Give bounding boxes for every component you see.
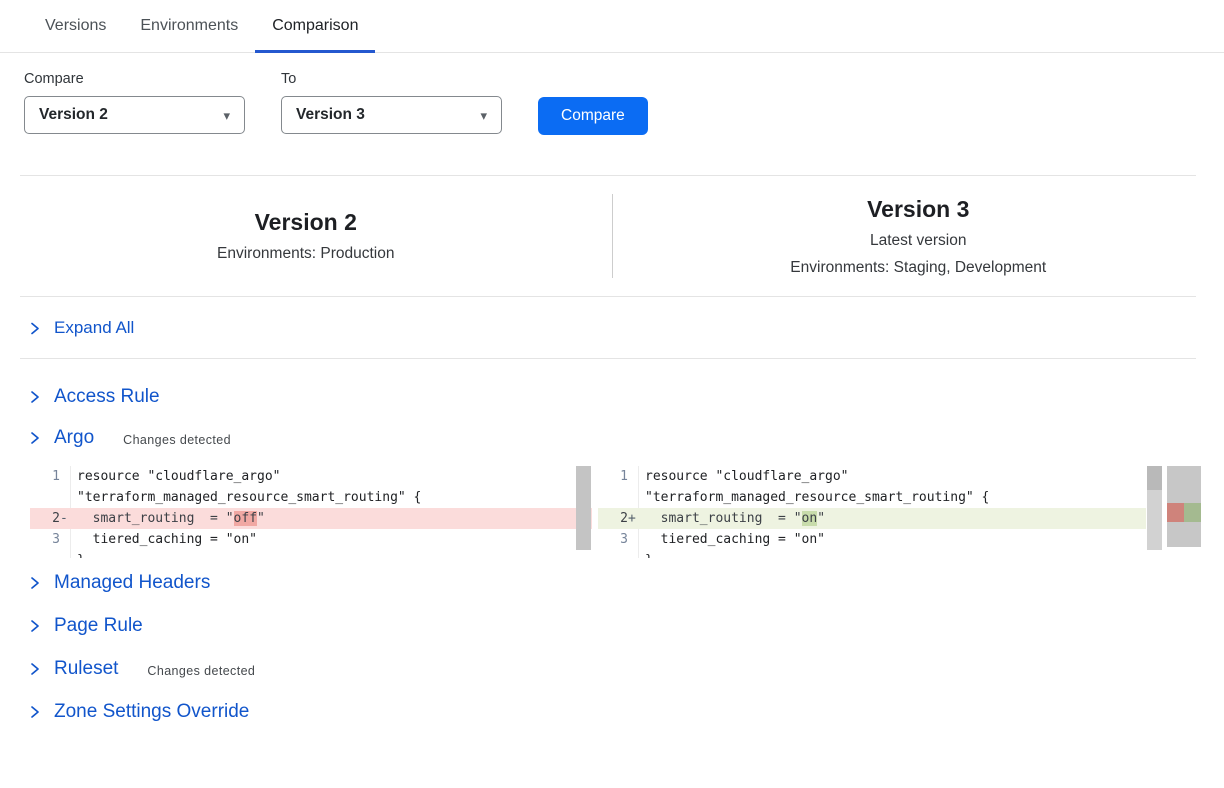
version-right-header: Version 3 Latest version Environments: S… <box>613 178 1224 294</box>
changes-detected-badge: Changes detected <box>123 430 231 447</box>
section-argo[interactable]: Argo Changes detected <box>0 427 1224 449</box>
chevron-right-icon <box>28 321 41 336</box>
version-left-environments: Environments: Production <box>217 245 394 263</box>
argo-diff: 1 resource "cloudflare_argo" "terraform_… <box>30 466 1224 558</box>
version-left-header: Version 2 Environments: Production <box>0 178 612 294</box>
compare-from-select[interactable]: Version 2 ▾ <box>24 96 245 134</box>
section-ruleset[interactable]: Ruleset Changes detected <box>0 658 1224 680</box>
tab-environments[interactable]: Environments <box>123 3 255 53</box>
version-headers: Version 2 Environments: Production Versi… <box>0 176 1224 296</box>
version-right-tagline: Latest version <box>870 232 967 250</box>
scrollbar-thumb[interactable] <box>576 466 591 550</box>
caret-down-icon: ▾ <box>480 109 487 122</box>
section-managed-headers[interactable]: Managed Headers <box>0 572 1224 594</box>
compare-form: Compare Version 2 ▾ To Version 3 ▾ Compa… <box>0 53 1224 135</box>
compare-from-label: Compare <box>24 71 245 87</box>
changes-detected-badge: Changes detected <box>147 661 255 678</box>
tab-versions[interactable]: Versions <box>28 3 123 53</box>
compare-from-group: Compare Version 2 ▾ <box>24 71 245 135</box>
chevron-right-icon <box>28 389 41 405</box>
section-zone-settings-override[interactable]: Zone Settings Override <box>0 701 1224 723</box>
compare-button[interactable]: Compare <box>538 97 648 135</box>
expand-all-toggle[interactable]: Expand All <box>0 297 1224 358</box>
compare-to-select[interactable]: Version 3 ▾ <box>281 96 502 134</box>
chevron-right-icon <box>28 575 41 591</box>
diff-line-removed: 2- smart_routing = "off" <box>30 508 592 529</box>
comparison-page: Versions Environments Comparison Compare… <box>0 0 1224 788</box>
version-left-title: Version 2 <box>255 209 357 236</box>
diff-line-wrap: "terraform_managed_resource_smart_routin… <box>598 487 1146 508</box>
section-label: Managed Headers <box>54 572 210 594</box>
diff-panel-right: 1 resource "cloudflare_argo" "terraform_… <box>598 466 1201 558</box>
diff-overview-ruler[interactable] <box>1167 466 1201 547</box>
compare-to-group: To Version 3 ▾ <box>281 71 502 135</box>
section-label: Zone Settings Override <box>54 701 249 723</box>
diff-line-added: 2+ smart_routing = "on" <box>598 508 1146 529</box>
version-right-environments: Environments: Staging, Development <box>790 259 1046 277</box>
diff-code-left: 1 resource "cloudflare_argo" "terraform_… <box>30 466 592 558</box>
diff-right-scrollbar[interactable] <box>1147 466 1162 550</box>
ruler-added-mark <box>1184 503 1201 522</box>
compare-to-value: Version 3 <box>296 106 365 124</box>
chevron-right-icon <box>28 618 41 634</box>
removed-word-highlight: off <box>234 511 257 526</box>
section-access-rule[interactable]: Access Rule <box>0 386 1224 408</box>
version-right-title: Version 3 <box>867 196 969 223</box>
caret-down-icon: ▾ <box>223 109 230 122</box>
diff-line-clipped: } <box>30 550 592 558</box>
chevron-right-icon <box>28 704 41 720</box>
chevron-right-icon <box>28 661 41 677</box>
scrollbar-thumb[interactable] <box>1147 466 1162 490</box>
section-label: Access Rule <box>54 386 160 408</box>
diff-line: 3 tiered_caching = "on" <box>598 529 1146 550</box>
section-label: Page Rule <box>54 615 143 637</box>
diff-left-scrollbar[interactable] <box>576 466 591 550</box>
diff-line-wrap: "terraform_managed_resource_smart_routin… <box>30 487 592 508</box>
diff-panel-left: 1 resource "cloudflare_argo" "terraform_… <box>30 466 592 558</box>
compare-to-label: To <box>281 71 502 87</box>
diff-line-clipped: } <box>598 550 1146 558</box>
section-label: Ruleset <box>54 658 118 680</box>
compare-from-value: Version 2 <box>39 106 108 124</box>
added-word-highlight: on <box>802 511 818 526</box>
expand-all-label: Expand All <box>54 318 134 338</box>
diff-line: 1 resource "cloudflare_argo" <box>30 466 592 487</box>
tab-comparison[interactable]: Comparison <box>255 3 375 53</box>
section-label: Argo <box>54 427 94 449</box>
chevron-right-icon <box>28 430 41 446</box>
diff-line: 1 resource "cloudflare_argo" <box>598 466 1146 487</box>
ruler-removed-mark <box>1167 503 1184 522</box>
section-page-rule[interactable]: Page Rule <box>0 615 1224 637</box>
divider <box>20 358 1196 359</box>
diff-code-right: 1 resource "cloudflare_argo" "terraform_… <box>598 466 1146 558</box>
tab-bar: Versions Environments Comparison <box>0 0 1224 53</box>
diff-line: 3 tiered_caching = "on" <box>30 529 592 550</box>
